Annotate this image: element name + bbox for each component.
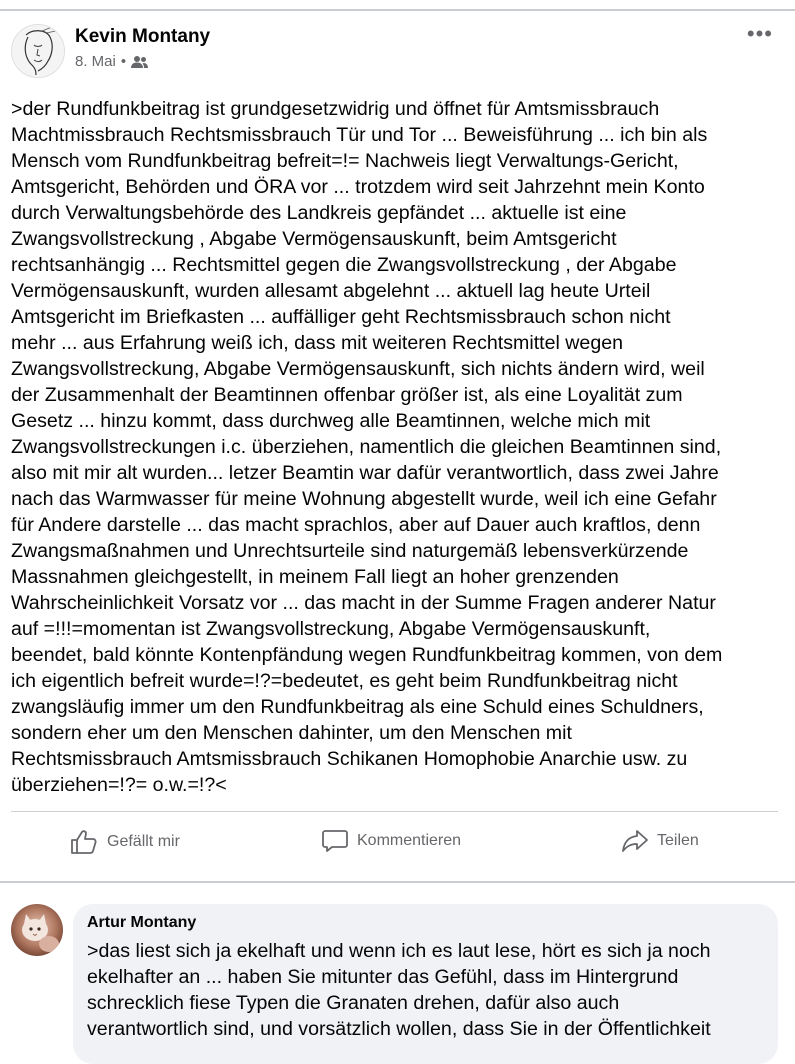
- share-icon: [622, 830, 648, 852]
- comment-button[interactable]: Kommentieren: [322, 829, 461, 853]
- comment-author-name[interactable]: Artur Montany: [87, 914, 196, 932]
- post-body-text: >der Rundfunkbeitrag ist grundgesetzwidr…: [11, 98, 723, 796]
- post-meta: 8. Mai •: [75, 53, 149, 70]
- actions-divider: [11, 811, 778, 812]
- thumbs-up-icon: [71, 830, 97, 854]
- like-label: Gefällt mir: [107, 833, 180, 850]
- section-separator: [0, 881, 795, 883]
- sketch-portrait-icon: [12, 25, 64, 77]
- comment-icon: [322, 830, 348, 852]
- meta-separator: •: [120, 53, 127, 70]
- more-options-icon[interactable]: •••: [747, 23, 773, 45]
- friends-icon: [131, 55, 149, 68]
- post-actions-bar: Gefällt mir Kommentieren Teilen: [0, 823, 795, 863]
- post-author-name[interactable]: Kevin Montany: [75, 26, 210, 48]
- post-date[interactable]: 8. Mai: [75, 53, 116, 70]
- share-label: Teilen: [657, 832, 699, 849]
- commenter-avatar[interactable]: [11, 904, 63, 956]
- share-button[interactable]: Teilen: [622, 829, 699, 853]
- top-divider: [0, 0, 795, 11]
- comment-bubble: Artur Montany >das liest sich ja ekelhaf…: [73, 904, 778, 1064]
- comment-label: Kommentieren: [357, 832, 462, 849]
- like-button[interactable]: Gefällt mir: [70, 829, 180, 855]
- comment-text: >das liest sich ja ekelhaft und wenn ich…: [87, 940, 711, 1040]
- cat-photo-icon: [11, 904, 63, 956]
- author-avatar[interactable]: [11, 24, 65, 78]
